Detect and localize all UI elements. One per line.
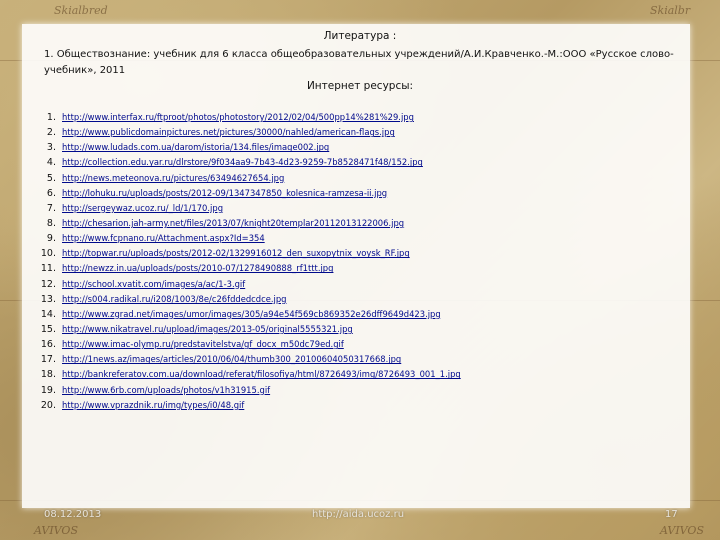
list-item: 17. http://1news.az/images/articles/2010/… [30,352,461,367]
list-item: 5. http://news.meteonova.ru/pictures/6349… [30,171,461,186]
footer-page-number: 17 [665,509,678,520]
list-item: 1. http://www.interfax.ru/ftproot/photos/… [30,110,461,125]
resource-link[interactable]: http://school.xvatit.com/images/a/ac/1-3… [62,277,245,292]
list-number: 10. [40,248,56,260]
resource-link[interactable]: http://www.interfax.ru/ftproot/photos/ph… [62,110,414,125]
reference-textbook: 1. Обществознание: учебник для 6 класса … [44,49,674,76]
list-item: 6. http://lohuku.ru/uploads/posts/2012-09… [30,186,461,201]
resource-link[interactable]: http://newzz.in.ua/uploads/posts/2010-07… [62,261,333,276]
resource-link[interactable]: http://sergeywaz.ucoz.ru/_ld/1/170.jpg [62,201,223,216]
list-number: 2. [46,127,56,139]
resource-link[interactable]: http://news.meteonova.ru/pictures/634946… [62,171,284,186]
list-number: 12. [40,278,56,290]
list-item: 11. http://newzz.in.ua/uploads/posts/2010… [30,261,461,276]
list-item: 13. http://s004.radikal.ru/i208/1003/8e/c… [30,292,461,307]
resource-list: 1. http://www.interfax.ru/ftproot/photos/… [30,110,461,413]
list-number: 6. [46,187,56,199]
resource-link[interactable]: http://collection.edu.yar.ru/dlrstore/9f… [62,155,423,170]
resource-link[interactable]: http://www.nikatravel.ru/upload/images/2… [62,322,353,337]
resource-link[interactable]: http://www.ludads.com.ua/darom/istoria/1… [62,140,329,155]
list-number: 19. [40,384,56,396]
resource-link[interactable]: http://s004.radikal.ru/i208/1003/8e/c26f… [62,292,286,307]
resource-link[interactable]: http://lohuku.ru/uploads/posts/2012-09/1… [62,186,387,201]
resource-link[interactable]: http://1news.az/images/articles/2010/06/… [62,352,401,367]
list-number: 8. [46,217,56,229]
map-label: Skialbr [650,4,691,17]
list-item: 14. http://www.zgrad.net/images/umor/imag… [30,307,461,322]
list-item: 10. http://topwar.ru/uploads/posts/2012-0… [30,246,461,261]
resource-link[interactable]: http://www.publicdomainpictures.net/pict… [62,125,395,140]
list-item: 8. http://chesarion.jah-army.net/files/20… [30,216,461,231]
list-item: 7. http://sergeywaz.ucoz.ru/_ld/1/170.jpg [30,201,461,216]
list-number: 13. [40,293,56,305]
footer-site: http://aida.ucoz.ru [312,509,405,520]
list-item: 3. http://www.ludads.com.ua/darom/istoria… [30,140,461,155]
list-number: 11. [40,263,56,275]
resource-link[interactable]: http://bankreferatov.com.ua/download/ref… [62,367,461,382]
list-number: 3. [46,142,56,154]
list-number: 16. [40,339,56,351]
list-number: 14. [40,308,56,320]
resource-link[interactable]: http://chesarion.jah-army.net/files/2013… [62,216,404,231]
list-number: 7. [46,202,56,214]
resource-link[interactable]: http://www.imac-olymp.ru/predstavitelstv… [62,337,344,352]
map-label: AVIVOS [34,524,78,537]
slide-title: Литература : [323,30,397,42]
list-item: 2. http://www.publicdomainpictures.net/pi… [30,125,461,140]
resource-link[interactable]: http://www.zgrad.net/images/umor/images/… [62,307,441,322]
list-item: 15. http://www.nikatravel.ru/upload/image… [30,322,461,337]
list-item: 16. http://www.imac-olymp.ru/predstavitel… [30,337,461,352]
list-item: 18. http://bankreferatov.com.ua/download/… [30,367,461,382]
map-label: Skialbred [54,4,108,17]
list-item: 20. http://www.vprazdnik.ru/img/types/i0/… [30,398,461,413]
footer-date: 08.12.2013 [44,509,102,520]
internet-resources-heading: Интернет ресурсы: [306,80,414,92]
list-item: 4. http://collection.edu.yar.ru/dlrstore/… [30,155,461,170]
resource-link[interactable]: http://topwar.ru/uploads/posts/2012-02/1… [62,246,410,261]
list-number: 18. [40,369,56,381]
resource-link[interactable]: http://www.fcpnano.ru/Attachment.aspx?Id… [62,231,265,246]
list-number: 5. [46,172,56,184]
map-label: AVIVOS [660,524,704,537]
resource-link[interactable]: http://www.6rb.com/uploads/photos/v1h319… [62,383,270,398]
list-number: 4. [46,157,56,169]
list-item: 19. http://www.6rb.com/uploads/photos/v1h… [30,383,461,398]
list-number: 1. [46,112,56,123]
list-number: 17. [40,354,56,366]
list-item: 9. http://www.fcpnano.ru/Attachment.aspx?… [30,231,461,246]
resource-link[interactable]: http://www.vprazdnik.ru/img/types/i0/48.… [62,398,244,413]
list-number: 20. [40,399,56,411]
list-item: 12. http://school.xvatit.com/images/a/ac/… [30,277,461,292]
list-number: 15. [40,323,56,335]
list-number: 9. [46,233,56,245]
